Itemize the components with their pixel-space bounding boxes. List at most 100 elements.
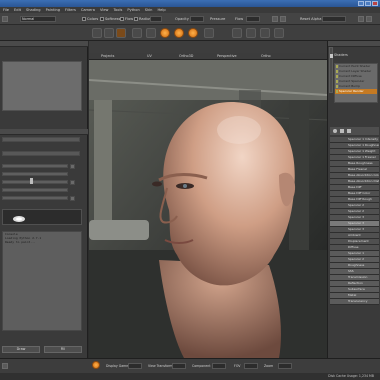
shaders-title: Shaders: [334, 53, 348, 57]
spin-button[interactable]: [70, 164, 75, 169]
brush-icon[interactable]: [2, 16, 8, 22]
component-field[interactable]: [212, 363, 226, 369]
opacity-field[interactable]: [190, 16, 204, 22]
transform-icon[interactable]: [232, 28, 242, 38]
lights-icon[interactable]: [204, 28, 214, 38]
python-console[interactable]: Console Loading Python 2.7.1 Ready to pa…: [2, 231, 82, 331]
colors-checkbox[interactable]: [82, 17, 86, 21]
fov-field[interactable]: [244, 363, 258, 369]
side-tab-strip[interactable]: [329, 47, 333, 93]
colors-label: Colors: [87, 17, 99, 21]
paint-through-icon[interactable]: [174, 28, 184, 38]
viewport-tabs: Projects UV Ortho3D Perspective Ortho: [89, 53, 327, 60]
blend-mode-select[interactable]: Normal: [20, 16, 56, 22]
tools-toolbar: [0, 25, 380, 41]
tab-ortho[interactable]: Ortho: [261, 54, 271, 58]
brush-options-toolbar: Normal Colors Softness Flow Radius Opaci…: [0, 13, 380, 25]
menu-edit[interactable]: Edit: [14, 8, 21, 12]
maximize-button[interactable]: [365, 1, 371, 6]
footer-bar: Disk Cache Usage: 1,234 MB: [0, 373, 380, 380]
radius-field[interactable]: [150, 16, 162, 22]
property-row[interactable]: Translucency: [330, 299, 379, 305]
close-button[interactable]: [372, 1, 378, 6]
3d-viewport[interactable]: [89, 60, 327, 358]
view-transform-field[interactable]: [172, 363, 186, 369]
menu-file[interactable]: File: [3, 8, 9, 12]
spin-button[interactable]: [70, 180, 75, 185]
properties-toolbar: [330, 127, 379, 135]
tab-perspective[interactable]: Perspective: [217, 54, 237, 58]
paint-tool-icon[interactable]: [116, 28, 126, 38]
disk-cache-usage: Disk Cache Usage: 1,234 MB: [328, 374, 374, 378]
brush-row[interactable]: [2, 151, 80, 156]
smudge-tool-icon[interactable]: [146, 28, 156, 38]
draw-button[interactable]: Draw: [2, 346, 40, 353]
shaders-panel: Shaders Current Paint Shader Current Lay…: [327, 41, 380, 358]
move-tool-icon[interactable]: [104, 28, 114, 38]
bookmark-icon[interactable]: [274, 28, 284, 38]
brush-slider[interactable]: [2, 172, 68, 176]
brush-preview: [2, 209, 82, 225]
menu-camera[interactable]: Camera: [81, 8, 95, 12]
brush-slider[interactable]: [2, 188, 68, 192]
menu-tools[interactable]: Tools: [113, 8, 122, 12]
clone-tool-icon[interactable]: [132, 28, 142, 38]
panel-header: [0, 41, 88, 47]
menu-filters[interactable]: Filters: [65, 8, 76, 12]
menu-view[interactable]: View: [100, 8, 109, 12]
slider-knob[interactable]: [30, 178, 33, 184]
softness-label: Softness: [105, 17, 121, 21]
head-render: [89, 60, 327, 358]
shader-item-selected[interactable]: Specular Render: [335, 89, 377, 94]
zoom-label: Zoom: [264, 364, 274, 368]
brush-slider[interactable]: [2, 196, 68, 200]
opacity-label: Opacity: [175, 17, 189, 21]
brush-slider[interactable]: [2, 164, 68, 168]
tab-projects[interactable]: Projects: [101, 54, 114, 58]
lock-icon[interactable]: [272, 16, 278, 22]
tab-ortho3d[interactable]: Ortho3D: [179, 54, 193, 58]
camera-icon[interactable]: [260, 28, 270, 38]
menu-python[interactable]: Python: [127, 8, 139, 12]
view-transform-label: View Transform: [148, 364, 173, 368]
menu-help[interactable]: Help: [157, 8, 165, 12]
menu-skin[interactable]: Skin: [145, 8, 153, 12]
flow-label-2: Flow: [235, 17, 244, 21]
display-gamma-field[interactable]: [128, 363, 142, 369]
stencil-icon[interactable]: [188, 28, 198, 38]
minimize-button[interactable]: [358, 1, 364, 6]
delete-icon[interactable]: [347, 129, 351, 133]
radius-checkbox[interactable]: [134, 17, 138, 21]
grid-icon[interactable]: [246, 28, 256, 38]
shader-list[interactable]: Current Paint Shader Current Layer Shade…: [334, 63, 378, 103]
flow-checkbox[interactable]: [120, 17, 124, 21]
record-icon[interactable]: [92, 361, 100, 369]
console-line: Ready to paint...: [5, 240, 36, 244]
side-tab-icon[interactable]: [330, 54, 333, 58]
flow-label: Flow: [125, 17, 134, 21]
menu-shading[interactable]: Shading: [26, 8, 41, 12]
info-icon[interactable]: [2, 363, 8, 369]
tab-uv[interactable]: UV: [147, 54, 152, 58]
add-icon[interactable]: [333, 129, 337, 133]
edit-icon[interactable]: [340, 129, 344, 133]
zoom-field[interactable]: [278, 363, 292, 369]
preview-box: [2, 61, 82, 111]
settings-icon[interactable]: [358, 16, 364, 22]
mirror-icon[interactable]: [280, 16, 286, 22]
component-label: Component: [192, 364, 211, 368]
alpha-field[interactable]: [322, 16, 346, 22]
brush-slider[interactable]: [2, 180, 68, 184]
shader-properties: Specular 1 Intensity Specular 1 Roughnes…: [330, 137, 379, 305]
shaders-header-bar: [328, 41, 380, 47]
select-tool-icon[interactable]: [92, 28, 102, 38]
paint-mode-icon[interactable]: [160, 28, 170, 38]
fill-button[interactable]: Fill: [44, 346, 82, 353]
status-bar: Display Gamma View Transform Component F…: [0, 358, 380, 373]
spin-button[interactable]: [70, 196, 75, 201]
softness-checkbox[interactable]: [100, 17, 104, 21]
flow-field[interactable]: [246, 16, 260, 22]
reset-icon[interactable]: [366, 16, 372, 22]
menu-painting[interactable]: Painting: [46, 8, 60, 12]
brush-row[interactable]: [2, 137, 80, 142]
